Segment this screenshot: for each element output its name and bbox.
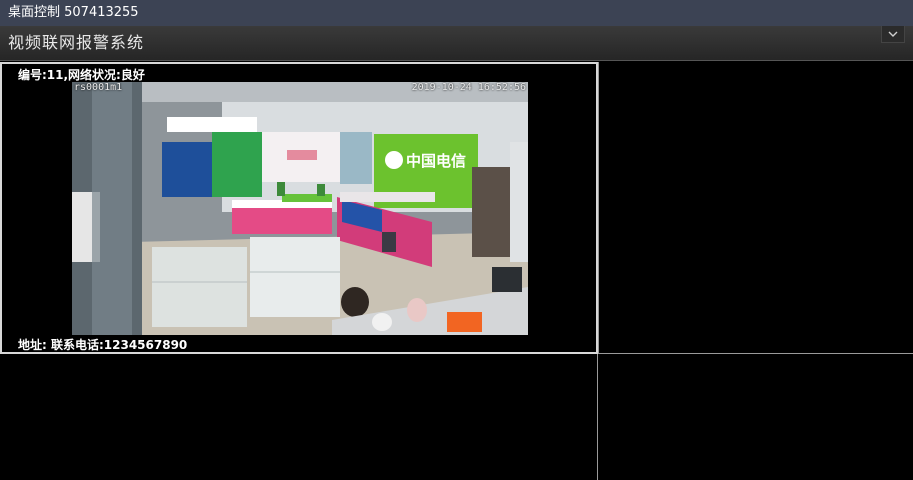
app-header: 视频联网报警系统 <box>0 26 913 61</box>
video-channel-1[interactable]: 编号:11,网络状况:良好 中国电信 rs0001m1 2019-10-24 1… <box>0 62 598 354</box>
store-sign-text: 中国电信 <box>406 152 466 170</box>
camera-timestamp-overlay: 2019-10-24 16:52:56 <box>411 82 526 93</box>
app-title: 视频联网报警系统 <box>8 33 145 52</box>
camera-feed: 中国电信 rs0001m1 2019-10-24 16:52:56 <box>72 82 528 335</box>
chevron-down-icon <box>888 31 898 37</box>
header-dropdown-button[interactable] <box>881 26 905 43</box>
window-title: 桌面控制 507413255 <box>8 5 139 20</box>
video-channel-3[interactable] <box>0 354 598 480</box>
video-channel-2[interactable] <box>598 62 913 354</box>
camera-id-overlay: rs0001m1 <box>74 82 123 93</box>
window-titlebar: 桌面控制 507413255 <box>0 0 913 26</box>
video-channel-4[interactable] <box>598 354 913 480</box>
channel-contact-label: 地址: 联系电话:1234567890 <box>18 338 188 352</box>
channel-status-label: 编号:11,网络状况:良好 <box>18 68 145 82</box>
video-grid: 编号:11,网络状况:良好 中国电信 rs0001m1 2019-10-24 1… <box>0 62 913 480</box>
store-interior-image: 中国电信 <box>72 82 528 335</box>
